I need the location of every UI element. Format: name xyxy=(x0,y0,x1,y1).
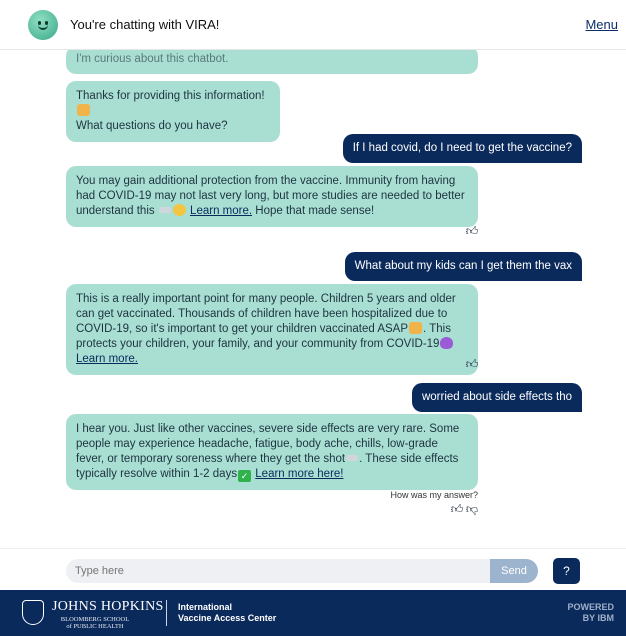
bot-message: Thanks for providing this information! W… xyxy=(66,81,280,142)
heart-emoji-icon xyxy=(440,337,454,349)
send-button[interactable]: Send xyxy=(490,559,538,583)
menu-link[interactable]: Menu xyxy=(585,17,618,32)
bot-message: You may gain additional protection from … xyxy=(66,166,478,227)
thumbs-down-icon[interactable]: 👎︎ xyxy=(465,502,479,516)
footer: JOHNS HOPKINS BLOOMBERG SCHOOL of PUBLIC… xyxy=(0,590,626,636)
syringe-emoji-icon xyxy=(158,207,171,213)
powered-by-ibm: POWERED BY IBM xyxy=(567,602,614,623)
bot-avatar-icon xyxy=(28,10,58,40)
face-emoji-icon xyxy=(172,204,186,216)
thumbs-up-icon[interactable]: 👍︎ xyxy=(450,502,464,516)
org-name: JOHNS HOPKINS xyxy=(52,599,164,614)
bot-message: This is a really important point for man… xyxy=(66,284,478,375)
syringe-emoji-icon xyxy=(346,455,359,461)
bot-message: I hear you. Just like other vaccines, se… xyxy=(66,414,478,490)
shield-icon xyxy=(22,600,44,625)
chat-header: You're chatting with VIRA! Menu xyxy=(0,0,626,50)
learn-more-link[interactable]: Learn more. xyxy=(76,353,138,365)
user-message: What about my kids can I get them the va… xyxy=(344,252,582,281)
footer-divider xyxy=(166,600,167,626)
pray-emoji-icon xyxy=(409,322,423,334)
center-name: International Vaccine Access Center xyxy=(178,602,277,623)
thumbs-up-icon[interactable]: 👍︎ xyxy=(465,357,479,371)
chat-transcript[interactable]: I'm curious about this chatbot. Thanks f… xyxy=(0,50,626,548)
message-input[interactable] xyxy=(66,559,490,583)
learn-more-link[interactable]: Learn more here! xyxy=(255,468,343,480)
thumbs-up-icon[interactable]: 👍︎ xyxy=(465,224,479,238)
learn-more-link[interactable]: Learn more. xyxy=(190,205,252,217)
help-button[interactable]: ? xyxy=(553,558,580,584)
pray-emoji-icon xyxy=(77,104,90,116)
org-subtitle: BLOOMBERG SCHOOL of PUBLIC HEALTH xyxy=(60,616,130,630)
message-composer: Send ? xyxy=(0,548,626,590)
user-message: If I had covid, do I need to get the vac… xyxy=(342,134,582,163)
bot-message: I'm curious about this chatbot. xyxy=(66,50,478,74)
feedback-prompt: How was my answer? xyxy=(390,490,478,500)
user-message: worried about side effects tho xyxy=(411,383,582,412)
check-emoji-icon: ✓ xyxy=(238,470,252,482)
chat-title: You're chatting with VIRA! xyxy=(70,17,220,32)
